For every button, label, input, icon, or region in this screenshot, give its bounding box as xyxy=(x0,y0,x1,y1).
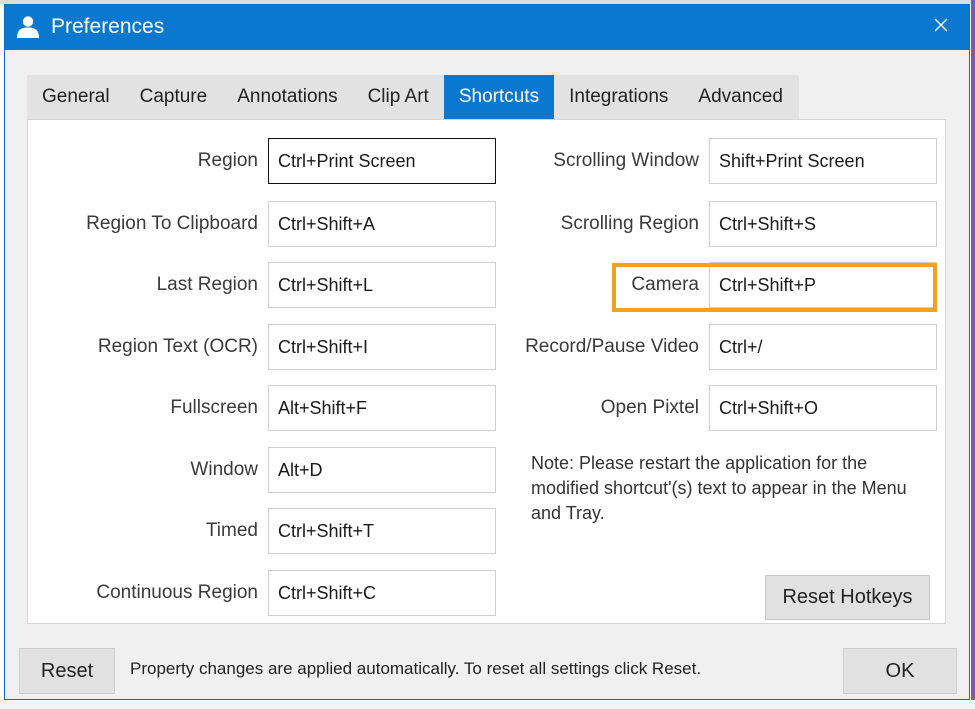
shortcut-label: Open Pixtel xyxy=(600,397,699,418)
shortcut-label: Record/Pause Video xyxy=(525,336,699,357)
restart-note: Note: Please restart the application for… xyxy=(531,453,907,523)
shortcut-row-timed: Timed Ctrl+Shift+T xyxy=(28,508,496,554)
shortcut-row-continuous-region: Continuous Region Ctrl+Shift+C xyxy=(28,570,496,616)
tab-clip-art[interactable]: Clip Art xyxy=(352,75,444,119)
tab-capture[interactable]: Capture xyxy=(124,75,223,119)
tab-bar: General Capture Annotations Clip Art Sho… xyxy=(27,75,799,119)
tab-shortcuts[interactable]: Shortcuts xyxy=(443,75,555,119)
shortcut-field-open-pixtel[interactable]: Ctrl+Shift+O xyxy=(709,385,937,431)
shortcut-label: Continuous Region xyxy=(96,582,258,603)
shortcut-field-continuous-region[interactable]: Ctrl+Shift+C xyxy=(268,570,496,616)
tab-general[interactable]: General xyxy=(27,75,125,119)
title-bar[interactable]: Preferences xyxy=(5,5,969,50)
shortcut-row-camera: Camera Ctrl+Shift+P xyxy=(28,262,937,308)
tab-annotations[interactable]: Annotations xyxy=(222,75,353,119)
background-strip-right xyxy=(971,0,975,709)
shortcut-row-scrolling-region: Scrolling Region Ctrl+Shift+S xyxy=(28,201,937,247)
background-strip-bottom xyxy=(0,700,975,709)
tab-integrations[interactable]: Integrations xyxy=(554,75,684,119)
shortcut-field-record-pause-video[interactable]: Ctrl+/ xyxy=(709,324,937,370)
shortcut-field-window[interactable]: Alt+D xyxy=(268,447,496,493)
shortcut-row-window: Window Alt+D xyxy=(28,447,496,493)
shortcut-label: Timed xyxy=(205,520,258,541)
shortcut-label: Window xyxy=(190,459,258,480)
shortcut-label: Scrolling Window xyxy=(553,150,699,171)
shortcut-label: Scrolling Region xyxy=(560,213,699,234)
shortcut-row-record-pause-video: Record/Pause Video Ctrl+/ xyxy=(28,324,937,370)
shortcut-row-scrolling-window: Scrolling Window Shift+Print Screen xyxy=(28,138,937,184)
close-icon xyxy=(933,17,949,38)
shortcuts-panel: Region Ctrl+Print Screen Region To Clipb… xyxy=(27,119,946,624)
tab-advanced[interactable]: Advanced xyxy=(683,75,799,119)
shortcut-field-timed[interactable]: Ctrl+Shift+T xyxy=(268,508,496,554)
preferences-dialog: Preferences General Capture Annotations … xyxy=(4,4,970,700)
footer-message: Property changes are applied automatical… xyxy=(130,659,702,678)
shortcut-field-scrolling-region[interactable]: Ctrl+Shift+S xyxy=(709,201,937,247)
close-button[interactable] xyxy=(913,5,969,50)
shortcut-label: Camera xyxy=(631,274,699,295)
shortcut-field-camera[interactable]: Ctrl+Shift+P xyxy=(709,262,937,308)
reset-hotkeys-button[interactable]: Reset Hotkeys xyxy=(765,575,930,620)
user-silhouette-icon xyxy=(15,14,41,40)
reset-button[interactable]: Reset xyxy=(19,648,115,694)
shortcut-row-open-pixtel: Open Pixtel Ctrl+Shift+O xyxy=(28,385,937,431)
shortcut-field-scrolling-window[interactable]: Shift+Print Screen xyxy=(709,138,937,184)
window-title: Preferences xyxy=(51,15,165,38)
ok-button[interactable]: OK xyxy=(843,648,957,694)
